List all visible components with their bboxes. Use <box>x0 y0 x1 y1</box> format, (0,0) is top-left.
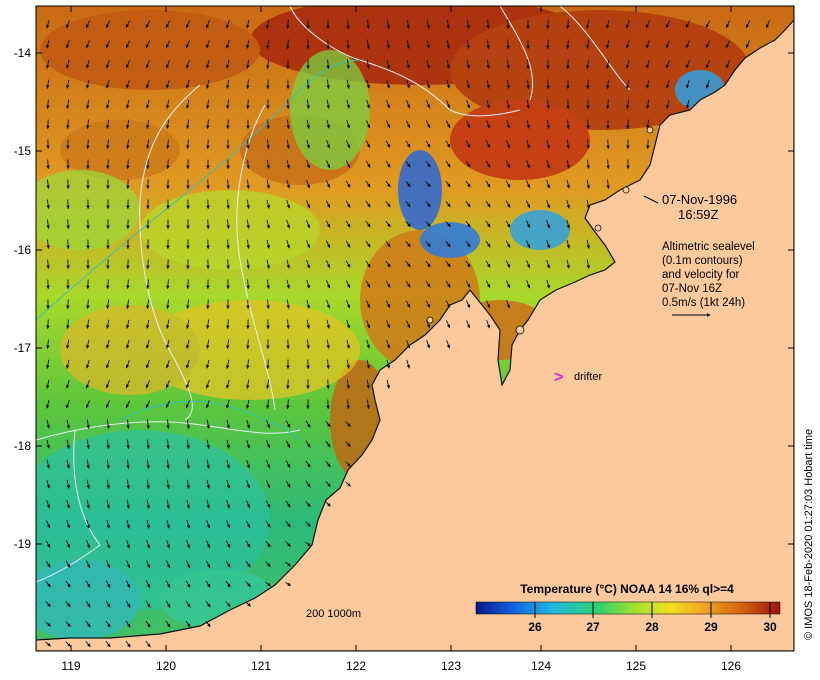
imos-credit: © IMOS 18-Feb-2020 01:27:03 Hobart time <box>803 429 815 640</box>
time-label: 16:59Z <box>678 207 719 222</box>
colorbar-gradient <box>475 601 781 615</box>
velocity-arrow <box>646 139 650 150</box>
velocity-arrow <box>66 219 70 230</box>
velocity-arrow <box>206 299 210 310</box>
lat-tick-label: -15 <box>14 144 32 158</box>
lon-tick-label: 126 <box>721 659 741 673</box>
legend-line: 0.5m/s (1kt 24h) <box>662 297 745 309</box>
velocity-arrow <box>66 299 70 310</box>
velocity-arrow <box>106 159 110 170</box>
lon-tick-label: 120 <box>156 659 176 673</box>
velocity-arrow <box>226 119 230 130</box>
velocity-arrow <box>246 139 250 150</box>
isobath-scale-label: 200 1000m <box>306 608 361 620</box>
velocity-arrow <box>206 219 210 230</box>
lat-tick-label: -18 <box>14 439 32 453</box>
legend-line: 07-Nov 16Z <box>662 283 722 295</box>
colorbar-tick-label: 28 <box>645 620 659 634</box>
velocity-arrow <box>266 119 270 130</box>
map-plot-area <box>36 6 794 651</box>
lon-tick-label: 125 <box>626 659 646 673</box>
legend-line: (0.1m contours) <box>662 255 743 267</box>
legend-line: and velocity for <box>662 269 740 281</box>
lat-tick-label: -17 <box>14 341 32 355</box>
velocity-arrow <box>306 359 310 370</box>
velocity-arrow <box>326 379 330 390</box>
velocity-arrow <box>166 159 170 170</box>
drifter-label: drifter <box>574 371 602 383</box>
velocity-arrow <box>126 159 130 170</box>
lon-tick-label: 121 <box>251 659 271 673</box>
velocity-arrow <box>46 159 50 170</box>
lon-tick-label: 119 <box>61 659 80 673</box>
colorbar-title: Temperature (°C) NOAA 14 16% ql>=4 <box>520 582 734 596</box>
lat-tick-label: -16 <box>14 243 32 257</box>
velocity-arrow <box>626 119 630 130</box>
lon-tick-label: 123 <box>441 659 461 673</box>
date-label: 07-Nov-1996 <box>662 192 737 207</box>
velocity-arrow <box>286 99 290 110</box>
lon-tick-label: 124 <box>531 659 551 673</box>
velocity-arrow <box>226 259 230 270</box>
velocity-arrow <box>66 199 70 210</box>
velocity-arrow <box>186 279 190 290</box>
velocity-arrow <box>566 59 570 70</box>
velocity-arrow <box>286 379 290 390</box>
colorbar-tick-label: 27 <box>586 620 600 634</box>
velocity-arrow <box>146 259 150 270</box>
velocity-arrow <box>66 239 70 250</box>
velocity-arrow <box>526 59 530 70</box>
colorbar-tick-label: 29 <box>704 620 718 634</box>
velocity-arrow <box>546 19 550 30</box>
velocity-arrow <box>346 19 350 30</box>
drifter-icon: > <box>554 369 563 386</box>
lon-tick-label: 122 <box>346 659 366 673</box>
sst-map-figure: -14 -15 -16 -17 -18 -19 119 120 121 122 … <box>14 5 815 673</box>
colorbar-tick-label: 30 <box>763 620 777 634</box>
velocity-arrow <box>266 359 270 370</box>
lat-tick-label: -14 <box>14 46 32 60</box>
velocity-arrow <box>586 79 590 90</box>
lat-tick-label: -19 <box>14 537 32 551</box>
legend-line: Altimetric sealevel <box>662 241 755 253</box>
velocity-arrow <box>46 319 50 330</box>
velocity-arrow <box>246 99 250 110</box>
colorbar-tick-label: 26 <box>528 620 542 634</box>
